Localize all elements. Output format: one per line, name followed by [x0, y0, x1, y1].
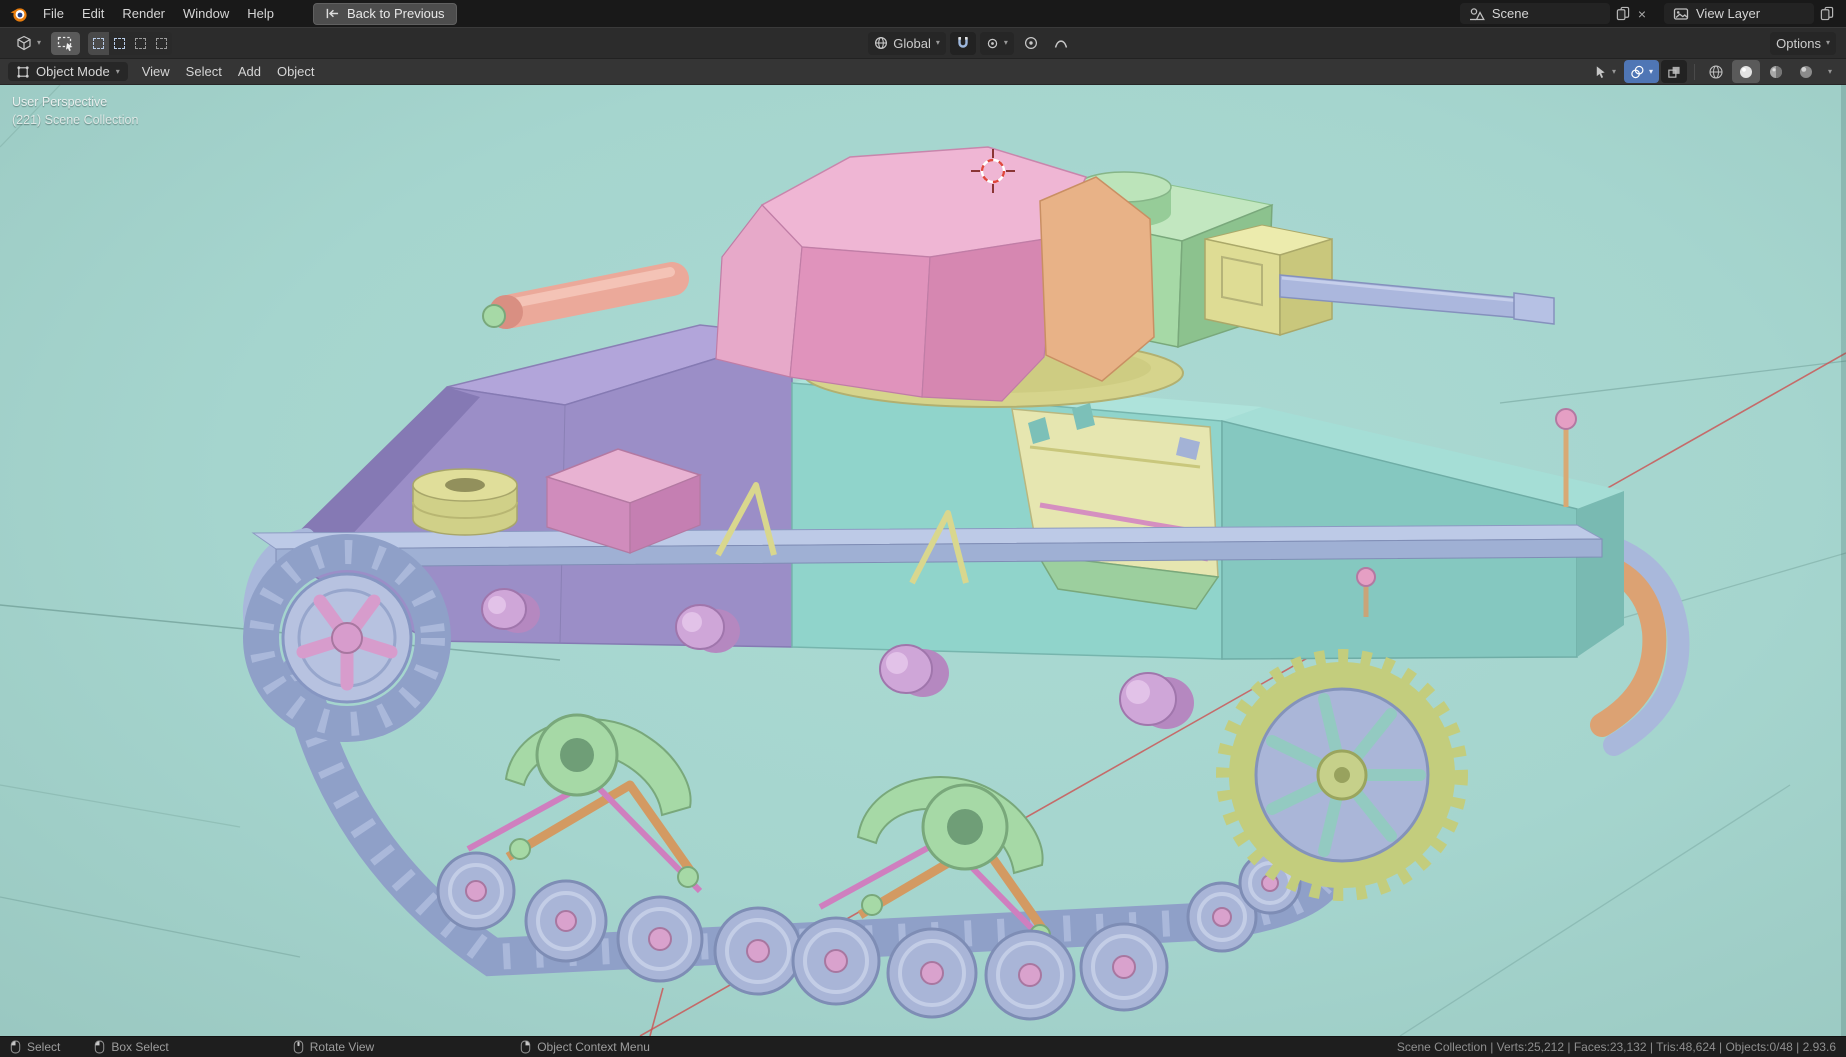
scene-icon: [1469, 7, 1485, 21]
active-tool-select-box-button[interactable]: [51, 31, 81, 55]
select-mode-group: [88, 31, 173, 55]
view-layer-icon: [1673, 7, 1689, 21]
select-box-tool-icon: [57, 36, 74, 51]
orientation-value: Global: [893, 35, 931, 51]
transform-orientation-dropdown[interactable]: Global ▾: [868, 31, 946, 55]
chevron-down-icon: ▾: [1611, 66, 1616, 76]
scene-canvas[interactable]: [0, 85, 1846, 1036]
orientation-globe-icon: [874, 36, 888, 50]
viewport-toggles: ▾ ▾ ▾: [1588, 60, 1838, 83]
menu-select[interactable]: Select: [178, 61, 230, 82]
menu-file[interactable]: File: [34, 3, 73, 24]
mode-value: Object Mode: [36, 64, 110, 79]
select-mode-intersect-button[interactable]: [151, 32, 172, 55]
options-label: Options: [1776, 35, 1821, 51]
select-mode-extend-button[interactable]: [109, 32, 130, 55]
menu-object[interactable]: Object: [269, 61, 323, 82]
overlays-icon: [1630, 65, 1644, 79]
snap-settings-dropdown[interactable]: ▾: [979, 31, 1014, 55]
tank-model: [242, 146, 1690, 1021]
mouse-left-drag-icon: [94, 1040, 105, 1054]
select-mode-subtract-button[interactable]: [130, 32, 151, 55]
chevron-down-icon: ▾: [935, 38, 940, 47]
toggle-xray-button[interactable]: [1660, 60, 1687, 83]
menu-help[interactable]: Help: [238, 3, 283, 24]
chevron-down-icon: ▾: [115, 66, 120, 76]
menu-render[interactable]: Render: [113, 3, 174, 24]
mouse-left-icon: [10, 1040, 21, 1054]
falloff-curve-icon: [1054, 37, 1068, 49]
chevron-down-icon: ▾: [1003, 38, 1008, 47]
scene-name: Scene: [1491, 6, 1529, 21]
unlink-scene-button[interactable]: ×: [1634, 5, 1650, 23]
editor-type-button[interactable]: ▾: [10, 32, 47, 55]
select-extend-icon: [114, 37, 126, 49]
viewport-header: Object Mode ▾ View Select Add Object ▾ ▾…: [0, 59, 1846, 85]
snap-toggle-button[interactable]: [949, 31, 976, 55]
hint-object-context-menu: Object Context Menu: [520, 1040, 650, 1054]
active-collection-label: (221) Scene Collection: [12, 113, 139, 127]
chevron-down-icon: ▾: [1827, 66, 1832, 76]
new-scene-button[interactable]: [1612, 4, 1634, 23]
select-mode-set-button[interactable]: [88, 31, 110, 55]
hint-box-select: Box Select: [94, 1040, 169, 1054]
tool-settings-bar: ▾ Global ▾ ▾ Options ▾: [0, 27, 1846, 59]
select-subtract-icon: [135, 37, 147, 49]
back-arrow-icon: [325, 7, 340, 20]
shading-wireframe-button[interactable]: [1702, 60, 1730, 83]
shading-solid-button[interactable]: [1731, 60, 1760, 83]
view-layer-name: View Layer: [1696, 6, 1761, 21]
show-overlays-button[interactable]: ▾: [1623, 60, 1659, 83]
menu-edit[interactable]: Edit: [73, 3, 113, 24]
viewport-3d[interactable]: User Perspective (221) Scene Collection: [0, 85, 1846, 1036]
chevron-down-icon: ▾: [1825, 38, 1830, 47]
scene-selector[interactable]: Scene: [1459, 3, 1610, 24]
menu-window[interactable]: Window: [174, 3, 238, 24]
chevron-down-icon: ▾: [1648, 66, 1653, 76]
menu-add[interactable]: Add: [230, 61, 269, 82]
select-set-icon: [93, 37, 105, 49]
object-mode-icon: [16, 65, 30, 79]
gizmo-pointer-icon: [1594, 65, 1607, 79]
proportional-falloff-dropdown[interactable]: [1048, 32, 1074, 55]
blender-window: File Edit Render Window Help Back to Pre…: [0, 0, 1846, 1057]
main-menus: File Edit Render Window Help: [34, 3, 283, 24]
shading-rendered-button[interactable]: [1792, 60, 1820, 83]
shading-material-button[interactable]: [1762, 60, 1790, 83]
shading-dropdown-button[interactable]: ▾: [1822, 60, 1838, 83]
xray-icon: [1667, 65, 1681, 79]
hint-select: Select: [10, 1040, 60, 1054]
viewport-overlay-text: User Perspective (221) Scene Collection: [12, 93, 138, 129]
mode-selector[interactable]: Object Mode ▾: [8, 62, 128, 81]
snap-target-icon: [986, 37, 999, 50]
close-icon: ×: [1637, 5, 1646, 22]
viewport-edge-scrollbar[interactable]: [1841, 85, 1846, 1036]
rendered-sphere-icon: [1798, 64, 1814, 80]
axis-line-front: [649, 987, 664, 1036]
menu-view[interactable]: View: [134, 61, 178, 82]
viewport-editor-icon: [16, 35, 32, 51]
view-name-label: User Perspective: [12, 95, 108, 109]
back-to-previous-button[interactable]: Back to Previous: [313, 2, 457, 25]
statusbar: Select Box Select Rotate View Object Con…: [0, 1036, 1846, 1057]
wireframe-sphere-icon: [1708, 64, 1724, 80]
chevron-down-icon: ▾: [37, 38, 42, 47]
topbar: File Edit Render Window Help Back to Pre…: [0, 0, 1846, 27]
mouse-right-icon: [520, 1040, 531, 1054]
magnet-icon: [956, 36, 970, 50]
material-sphere-icon: [1768, 64, 1784, 80]
select-intersect-icon: [156, 37, 168, 49]
blender-logo-icon[interactable]: [8, 4, 30, 24]
scene-stats: Scene Collection | Verts:25,212 | Faces:…: [1396, 1040, 1836, 1054]
view-layer-selector[interactable]: View Layer: [1664, 3, 1814, 24]
solid-sphere-icon: [1738, 64, 1754, 80]
new-view-layer-button[interactable]: [1816, 4, 1838, 23]
proportional-editing-button[interactable]: [1018, 32, 1044, 55]
options-dropdown[interactable]: Options ▾: [1770, 31, 1836, 55]
show-gizmo-button[interactable]: ▾: [1588, 60, 1622, 83]
proportional-circle-icon: [1024, 36, 1038, 50]
hint-rotate-view: Rotate View: [293, 1040, 374, 1054]
divider: [1693, 63, 1695, 80]
mouse-middle-icon: [293, 1040, 304, 1054]
